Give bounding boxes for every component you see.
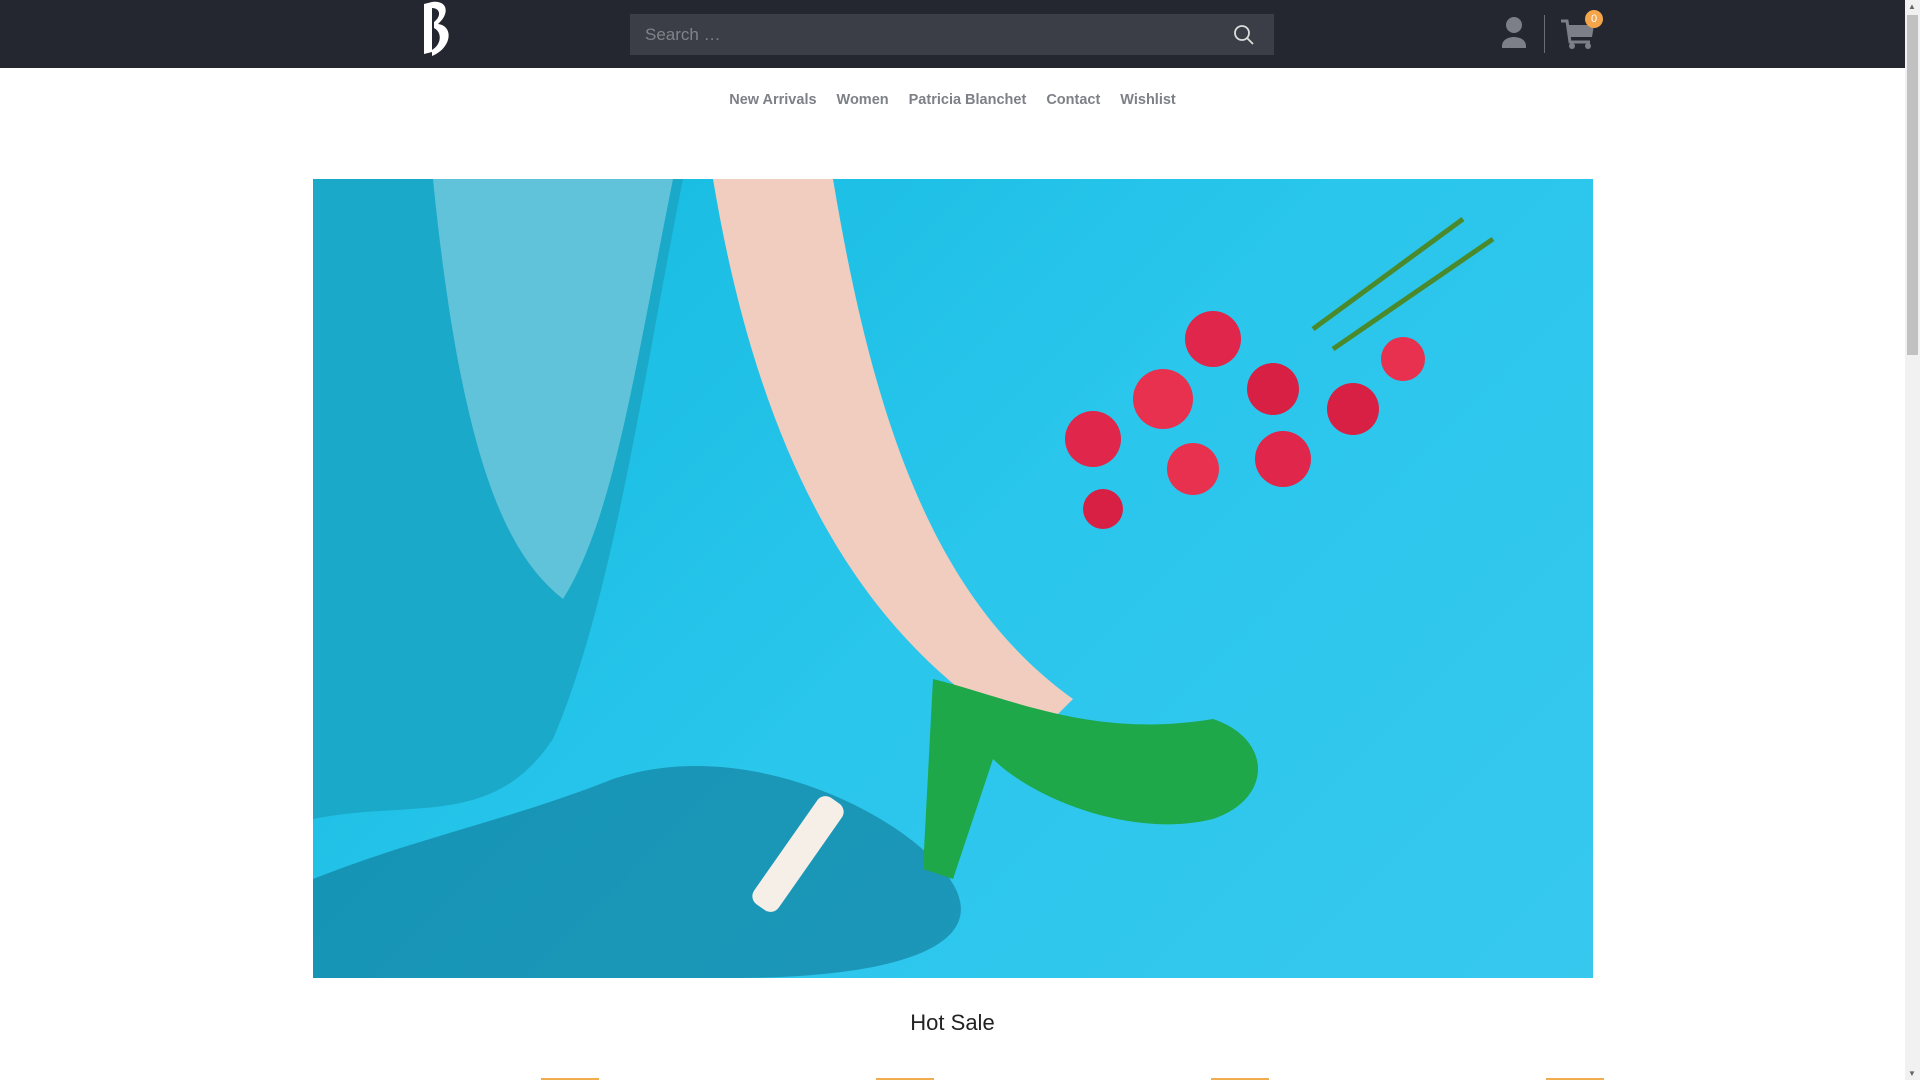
roses xyxy=(1065,216,1495,529)
nav-wishlist[interactable]: Wishlist xyxy=(1120,92,1175,108)
hero-banner-image[interactable] xyxy=(313,179,1593,978)
account-icon[interactable] xyxy=(1500,16,1528,50)
top-header: 0 xyxy=(0,0,1905,68)
cart-count-badge: 0 xyxy=(1585,10,1603,28)
page-scrollbar[interactable]: ▲ ▼ xyxy=(1905,0,1920,1080)
nav-women[interactable]: Women xyxy=(837,92,889,108)
scrollbar-thumb[interactable] xyxy=(1907,15,1918,355)
search-input[interactable] xyxy=(630,24,1214,45)
main-nav: New Arrivals Women Patricia Blanchet Con… xyxy=(0,92,1905,108)
brand-logo[interactable] xyxy=(414,0,458,58)
scroll-down-arrow-icon[interactable]: ▼ xyxy=(1908,1069,1916,1078)
nav-new-arrivals[interactable]: New Arrivals xyxy=(729,92,816,108)
nav-contact[interactable]: Contact xyxy=(1046,92,1100,108)
search-button[interactable] xyxy=(1214,14,1274,55)
header-divider xyxy=(1544,15,1545,53)
search-bar xyxy=(630,14,1274,55)
section-title-hot-sale: Hot Sale xyxy=(910,1010,995,1035)
scroll-up-arrow-icon[interactable]: ▲ xyxy=(1908,2,1916,11)
nav-patricia-blanchet[interactable]: Patricia Blanchet xyxy=(909,92,1027,108)
search-icon xyxy=(1234,24,1254,45)
hero-illustration xyxy=(313,179,1495,978)
